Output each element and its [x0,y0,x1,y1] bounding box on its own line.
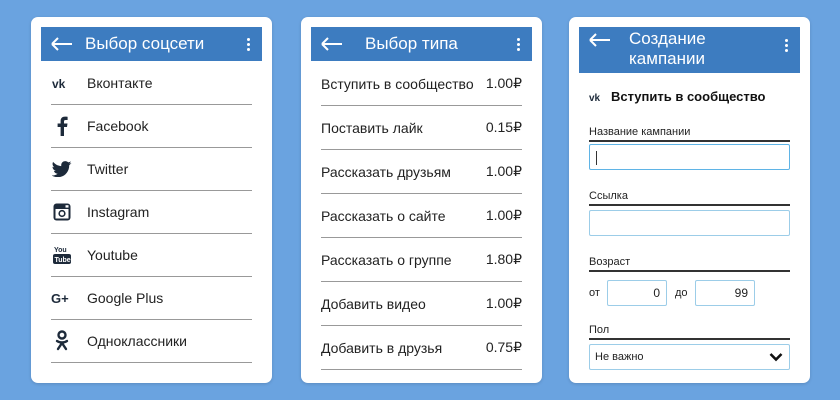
app-bar: Выбор соцсети [41,27,262,61]
social-item-odnoklassniki[interactable]: Одноклассники [51,320,252,363]
type-item[interactable]: Рассказать о группе 1.80₽ [321,238,522,282]
back-arrow-icon[interactable] [51,37,73,51]
campaign-name-input[interactable] [589,144,790,170]
instagram-icon [51,201,73,223]
social-item-youtube[interactable]: You Tube Youtube [51,234,252,277]
svg-text:G+: G+ [51,291,69,305]
type-item-label: Рассказать о сайте [321,207,446,224]
social-item-google-plus[interactable]: G+ Google Plus [51,277,252,320]
campaign-form: vk Вступить в сообщество Название кампан… [589,75,790,370]
form-header: vk Вступить в сообщество [589,89,790,104]
text-cursor [596,151,597,165]
social-item-vk[interactable]: vk Вконтакте [51,62,252,105]
campaign-name-label: Название кампании [589,126,790,142]
type-item[interactable]: Добавить видео 1.00₽ [321,282,522,326]
age-label: Возраст [589,256,790,272]
type-item-label: Добавить видео [321,295,426,312]
type-item-price: 1.00₽ [485,163,522,179]
app-bar: Выбор типа [311,27,532,61]
link-label: Ссылка [589,190,790,206]
type-list: Вступить в сообщество 1.00₽ Поставить ла… [311,62,532,370]
type-item-label: Вступить в сообщество [321,75,474,92]
type-item-price: 1.00₽ [485,207,522,223]
more-menu-icon[interactable] [785,39,789,52]
back-arrow-icon[interactable] [321,37,343,51]
type-item-price: 0.75₽ [485,339,522,355]
type-item-price: 0.15₽ [485,119,522,135]
twitter-icon [51,158,73,180]
type-item-label: Добавить в друзья [321,339,443,356]
more-menu-icon[interactable] [517,37,521,51]
screen-title: Выбор типа [365,34,458,53]
age-to-input[interactable]: 99 [695,280,755,306]
gender-select[interactable]: Не важно [589,344,790,370]
social-item-label: Twitter [87,161,129,177]
odnoklassniki-icon [51,330,73,352]
link-input[interactable] [589,210,790,236]
type-item[interactable]: Поставить лайк 0.15₽ [321,106,522,150]
screen-title: Создание кампании [629,29,785,69]
social-item-label: Одноклассники [87,333,188,349]
gender-label: Пол [589,324,790,340]
social-item-twitter[interactable]: Twitter [51,148,252,191]
google-plus-icon: G+ [51,287,73,309]
screen-title-line2: кампании [629,49,705,68]
type-item[interactable]: Рассказать друзьям 1.00₽ [321,150,522,194]
vk-icon: vk [51,72,73,94]
form-header-text: Вступить в сообщество [611,89,766,104]
type-item-price: 1.00₽ [485,295,522,311]
social-item-label: Вконтакте [87,75,153,91]
screen-title: Выбор соцсети [85,34,205,53]
gender-select-value: Не важно [595,351,644,363]
svg-text:vk: vk [52,77,66,89]
screen-title-line1: Создание [629,29,706,48]
vk-icon: vk [589,92,605,102]
social-item-label: Instagram [87,204,150,220]
campaign-create-screen: Создание кампании vk Вступить в сообщест… [569,17,810,383]
type-item[interactable]: Добавить в друзья 0.75₽ [321,326,522,370]
youtube-icon: You Tube [51,244,73,266]
svg-text:Tube: Tube [55,257,71,264]
social-list: vk Вконтакте Facebook Twitter Instagram … [41,62,262,363]
type-item[interactable]: Рассказать о сайте 1.00₽ [321,194,522,238]
age-from-label: от [589,287,600,299]
age-to-label: до [675,287,688,299]
type-item-price: 1.80₽ [485,251,522,267]
type-item-label: Рассказать друзьям [321,163,451,180]
social-item-label: Youtube [87,247,138,263]
app-bar: Создание кампании [579,27,800,73]
social-item-facebook[interactable]: Facebook [51,105,252,148]
more-menu-icon[interactable] [247,37,251,51]
social-item-instagram[interactable]: Instagram [51,191,252,234]
type-select-screen: Выбор типа Вступить в сообщество 1.00₽ П… [301,17,542,383]
chevron-down-icon [769,353,783,362]
svg-text:vk: vk [589,93,601,102]
type-item-label: Рассказать о группе [321,251,452,268]
age-from-input[interactable]: 0 [607,280,667,306]
type-item[interactable]: Вступить в сообщество 1.00₽ [321,62,522,106]
facebook-icon [51,115,73,137]
social-select-screen: Выбор соцсети vk Вконтакте Facebook Twit… [31,17,272,383]
type-item-label: Поставить лайк [321,119,423,136]
social-item-label: Facebook [87,118,149,134]
social-item-label: Google Plus [87,290,164,306]
type-item-price: 1.00₽ [485,75,522,91]
back-arrow-icon[interactable] [589,33,611,47]
svg-text:You: You [54,247,67,254]
